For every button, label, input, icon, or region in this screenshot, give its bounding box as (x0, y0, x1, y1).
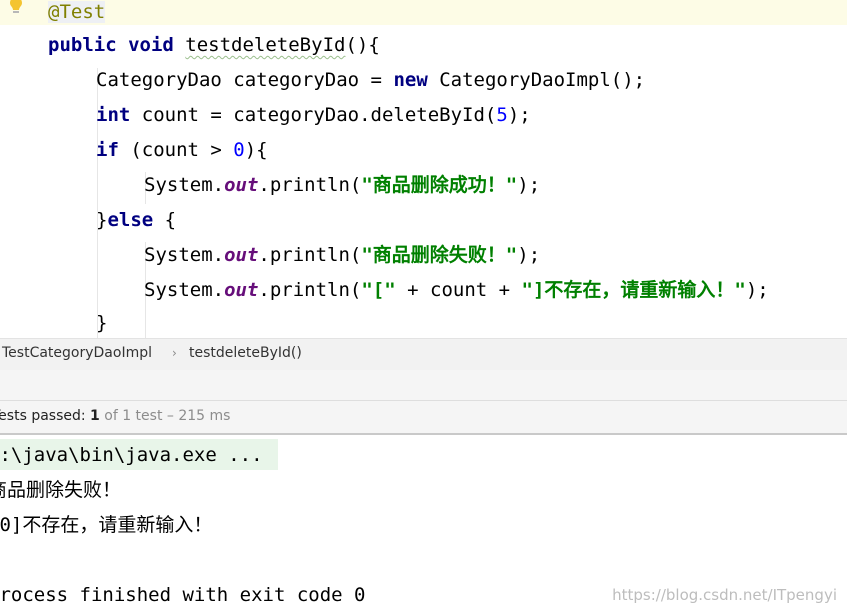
brace: } (96, 312, 108, 334)
code-line-if[interactable]: if (count > 0){ (96, 133, 268, 168)
condition: (count > (118, 139, 234, 161)
run-toolbar (0, 370, 847, 401)
method-tail: (){ (345, 34, 380, 56)
code-line-annotation[interactable]: @Test (48, 0, 106, 30)
condition-end: ){ (244, 139, 268, 161)
type-name: CategoryDao (96, 69, 222, 91)
system-class: System. (144, 279, 225, 301)
variable-assign: categoryDao = (221, 69, 394, 91)
code-line-else[interactable]: }else { (96, 203, 176, 238)
statement-end: ); (517, 174, 541, 196)
breadcrumb-method[interactable]: testdeleteById() (189, 345, 302, 361)
lightbulb-icon[interactable] (9, 0, 23, 15)
number-literal: 0 (233, 139, 245, 161)
println-call: .println( (258, 244, 362, 266)
string-literal: "商品删除成功！" (361, 174, 518, 196)
number-literal: 5 (496, 104, 508, 126)
out-field: out (224, 174, 259, 196)
constructor-call: CategoryDaoImpl(); (427, 69, 646, 91)
watermark: https://blog.csdn.net/ITpengyi (612, 586, 837, 604)
string-literal: "商品删除失败！" (361, 244, 518, 266)
concat-expression: + count + (395, 279, 522, 301)
breadcrumb-class[interactable]: TestCategoryDaoImpl (2, 345, 152, 361)
int-keyword: int (96, 104, 131, 126)
console-command[interactable]: C:\java\bin\java.exe ... (0, 440, 263, 470)
new-keyword: new (393, 69, 428, 91)
code-line-count[interactable]: int count = categoryDao.deleteById(5); (96, 98, 531, 133)
out-field: out (224, 279, 259, 301)
println-call: .println( (258, 174, 362, 196)
code-line-print-failure[interactable]: System.out.println("商品删除失败！"); (144, 238, 540, 273)
statement-end: ); (517, 244, 541, 266)
test-status-detail: of 1 test – 215 ms (99, 408, 231, 424)
annotation-text: @Test (48, 1, 106, 23)
system-class: System. (144, 174, 225, 196)
code-line-print-success[interactable]: System.out.println("商品删除成功！"); (144, 168, 540, 203)
breadcrumb: TestCategoryDaoImpl › testdeleteById() (0, 338, 847, 371)
code-editor[interactable]: @Test public void testdeleteById(){ Cate… (0, 0, 847, 338)
breadcrumb-separator: › (172, 346, 177, 360)
code-line-method-signature[interactable]: public void testdeleteById(){ (48, 28, 380, 63)
test-status-prefix: Tests passed: (0, 408, 91, 424)
out-field: out (224, 244, 259, 266)
count-assign: count = categoryDao.deleteById( (130, 104, 497, 126)
console-output[interactable]: C:\java\bin\java.exe ... 商品删除失败！ [0]不存在，… (0, 435, 847, 614)
console-exit-line: Process finished with exit code 0 (0, 584, 366, 606)
test-passed-count: 1 (90, 408, 100, 424)
test-status-bar: Tests passed: 1 of 1 test – 215 ms (0, 401, 847, 435)
if-keyword: if (96, 139, 119, 161)
println-call: .println( (258, 279, 362, 301)
code-line-close-brace[interactable]: } (96, 306, 107, 341)
console-output-line: [0]不存在，请重新输入！ (0, 514, 213, 536)
statement-end: ); (745, 279, 769, 301)
system-class: System. (144, 244, 225, 266)
brace: } (96, 209, 108, 231)
console-output-line: 商品删除失败！ (0, 479, 122, 501)
string-literal: "]不存在，请重新输入！" (521, 279, 746, 301)
modifiers-keyword: public void (48, 34, 174, 56)
statement-end: ); (507, 104, 531, 126)
brace-open: { (153, 209, 177, 231)
current-line-highlight (0, 0, 847, 25)
else-keyword: else (107, 209, 154, 231)
method-name: testdeleteById (185, 34, 346, 56)
code-line-dao-declaration[interactable]: CategoryDao categoryDao = new CategoryDa… (96, 63, 645, 98)
string-literal: "[" (361, 279, 396, 301)
code-line-print-not-exist[interactable]: System.out.println("[" + count + "]不存在，请… (144, 273, 769, 308)
